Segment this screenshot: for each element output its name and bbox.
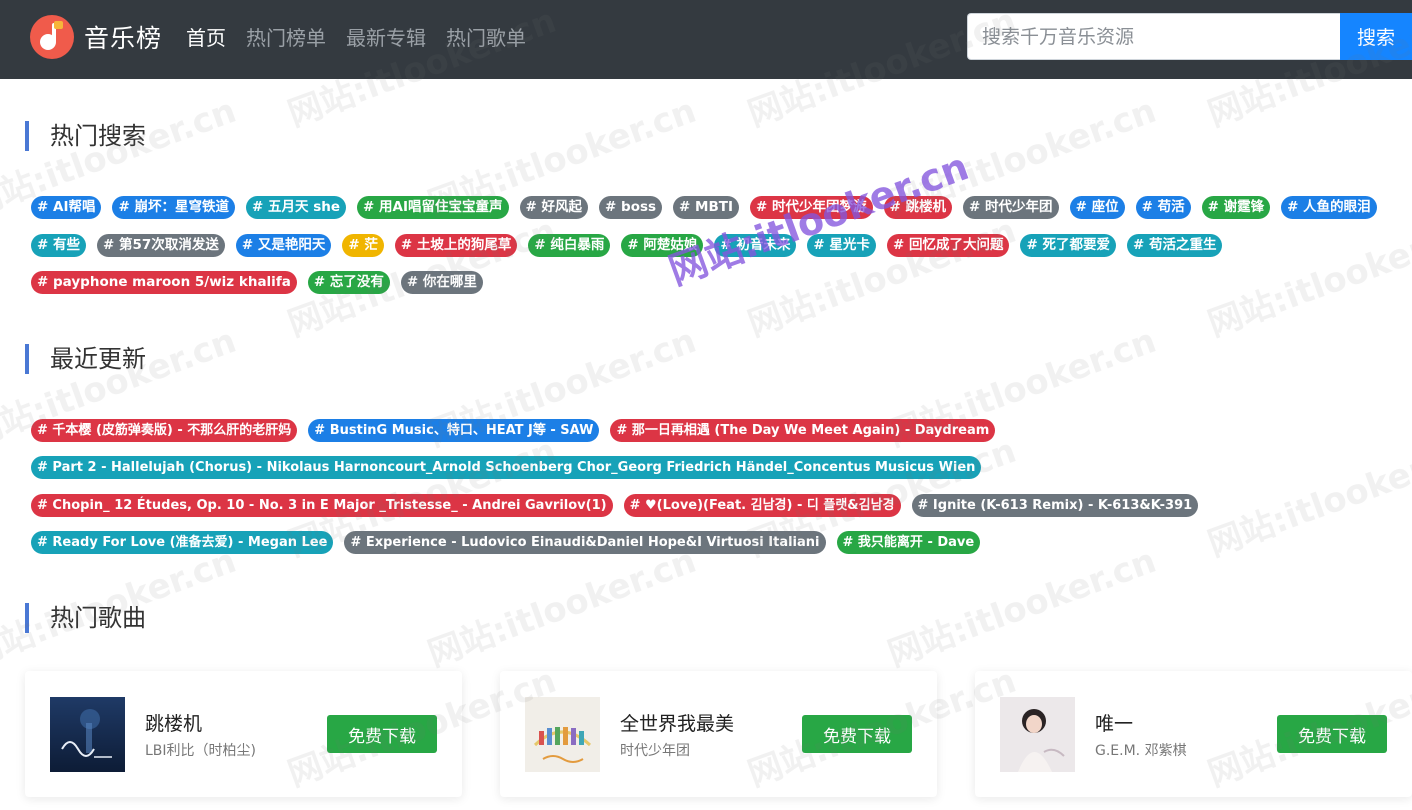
recent-updates-title: 最近更新 bbox=[25, 344, 146, 374]
watermark-text: 网站:itlooker.cn bbox=[882, 540, 1162, 675]
tag-item[interactable]: # 人鱼的眼泪 bbox=[1281, 196, 1377, 219]
tag-item[interactable]: # 茫 bbox=[342, 234, 384, 257]
tag-item[interactable]: # 初音未来 bbox=[714, 234, 797, 257]
tag-item[interactable]: # 第57次取消发送 bbox=[97, 234, 225, 257]
song-card: 全世界我最美 时代少年团 免费下载 bbox=[500, 671, 937, 797]
search-input[interactable] bbox=[967, 13, 1340, 60]
nav-home[interactable]: 首页 bbox=[186, 20, 226, 56]
tag-item[interactable]: # 死了都要爱 bbox=[1020, 234, 1116, 257]
song-card: 唯一 G.E.M. 邓紫棋 免费下载 bbox=[975, 671, 1412, 797]
album-cover-image[interactable] bbox=[1000, 697, 1075, 772]
tag-item[interactable]: # 跳楼机 bbox=[883, 196, 953, 219]
album-cover-image[interactable] bbox=[525, 697, 600, 772]
tag-item[interactable]: # 我只能离开 - Dave bbox=[836, 531, 981, 554]
tag-item[interactable]: # ♥(Love)(Feat. 김남경) - 디 플랫&김남경 bbox=[623, 494, 901, 517]
search-button[interactable]: 搜索 bbox=[1340, 13, 1412, 60]
tag-item[interactable]: # Chopin_ 12 Études, Op. 10 - No. 3 in E… bbox=[31, 494, 613, 517]
tag-item[interactable]: # Experience - Ludovico Einaudi&Daniel H… bbox=[344, 531, 826, 554]
song-title[interactable]: 跳楼机 bbox=[145, 709, 202, 736]
album-cover-image[interactable] bbox=[50, 697, 125, 772]
tag-item[interactable]: # MBTI bbox=[673, 196, 740, 219]
main-nav: 首页 热门榜单 最新专辑 热门歌单 bbox=[186, 20, 546, 56]
watermark-text: 网站:itlooker.cn bbox=[422, 540, 702, 675]
free-download-button[interactable]: 免费下载 bbox=[1277, 715, 1387, 753]
song-artist: LBI利比（时柏尘) bbox=[145, 743, 256, 759]
hot-songs-title: 热门歌曲 bbox=[25, 603, 146, 633]
tag-item[interactable]: # 你在哪里 bbox=[400, 271, 483, 294]
tag-item[interactable]: # 时代少年团 bbox=[963, 196, 1059, 219]
song-title[interactable]: 唯一 bbox=[1095, 709, 1133, 736]
recent-updates-row: # Chopin_ 12 Études, Op. 10 - No. 3 in E… bbox=[31, 494, 1209, 517]
hot-search-title: 热门搜索 bbox=[25, 121, 146, 151]
free-download-button[interactable]: 免费下载 bbox=[802, 715, 912, 753]
tag-item[interactable]: # 纯白暴雨 bbox=[528, 234, 611, 257]
tag-item[interactable]: # boss bbox=[599, 196, 663, 219]
tag-item[interactable]: # 用AI唱留住宝宝童声 bbox=[357, 196, 509, 219]
tag-item[interactable]: # AI帮唱 bbox=[31, 196, 102, 219]
tag-item[interactable]: # 土坡上的狗尾草 bbox=[394, 234, 518, 257]
song-title[interactable]: 全世界我最美 bbox=[620, 709, 734, 736]
hot-search-row: # 有些 # 第57次取消发送 # 又是艳阳天 # 茫 # 土坡上的狗尾草 # 纯白暴雨 #… bbox=[31, 234, 1233, 257]
tag-item[interactable]: # Ready For Love (准备去爱) - Megan Lee bbox=[31, 531, 334, 554]
tag-item[interactable]: # 苟活 bbox=[1135, 196, 1191, 219]
nav-new-albums[interactable]: 最新专辑 bbox=[346, 20, 426, 56]
nav-hot-charts[interactable]: 热门榜单 bbox=[246, 20, 326, 56]
tag-item[interactable]: # 千本樱 (皮筋弹奏版) - 不那么肝的老肝妈 bbox=[31, 419, 298, 442]
top-navbar: 音乐榜 首页 热门榜单 最新专辑 热门歌单 搜索 bbox=[0, 0, 1412, 79]
tag-item[interactable]: # 好风起 bbox=[519, 196, 589, 219]
tag-item[interactable]: # 阿楚姑娘 bbox=[621, 234, 704, 257]
tag-item[interactable]: # 星光卡 bbox=[807, 234, 876, 257]
tag-item[interactable]: # Ignite (K-613 Remix) - K-613&K-391 bbox=[911, 494, 1199, 517]
tag-item[interactable]: # 有些 bbox=[31, 234, 87, 257]
tag-item[interactable]: # 回忆成了大问题 bbox=[886, 234, 1010, 257]
brand[interactable]: 音乐榜 bbox=[30, 15, 162, 59]
song-artist: 时代少年团 bbox=[620, 743, 690, 759]
nav-hot-playlists[interactable]: 热门歌单 bbox=[446, 20, 526, 56]
tag-item[interactable]: # 谢霆锋 bbox=[1201, 196, 1271, 219]
music-note-logo-icon bbox=[30, 15, 74, 59]
tag-item[interactable]: # 那一日再相遇 (The Day We Meet Again) - Daydr… bbox=[610, 419, 996, 442]
tag-item[interactable]: # 崩坏：星穹铁道 bbox=[112, 196, 235, 219]
recent-updates-row: # 千本樱 (皮筋弹奏版) - 不那么肝的老肝妈 # BustinG Music、… bbox=[31, 419, 1006, 442]
tag-item[interactable]: # 忘了没有 bbox=[307, 271, 390, 294]
watermark-text: 网站:itlooker.cn bbox=[1202, 210, 1412, 345]
song-card: 跳楼机 LBI利比（时柏尘) 免费下载 bbox=[25, 671, 462, 797]
free-download-button[interactable]: 免费下载 bbox=[327, 715, 437, 753]
tag-item[interactable]: # 时代少年团梦游 bbox=[750, 196, 873, 219]
song-artist: G.E.M. 邓紫棋 bbox=[1095, 743, 1187, 759]
tag-item[interactable]: # 苟活之重生 bbox=[1126, 234, 1223, 257]
tag-item[interactable]: # 五月天 she bbox=[246, 196, 347, 219]
watermark-text: 网站:itlooker.cn bbox=[742, 210, 1022, 345]
recent-updates-row: # Ready For Love (准备去爱) - Megan Lee # Exp… bbox=[31, 531, 991, 554]
recent-updates-row: # Part 2 - Hallelujah (Chorus) - Nikolau… bbox=[31, 456, 992, 479]
hot-search-row: # AI帮唱 # 崩坏：星穹铁道 # 五月天 she # 用AI唱留住宝宝童声 # 好风… bbox=[31, 196, 1388, 219]
tag-item[interactable]: # 又是艳阳天 bbox=[235, 234, 332, 257]
tag-item[interactable]: # 座位 bbox=[1069, 196, 1125, 219]
watermark-text: 网站:itlooker.cn bbox=[1202, 430, 1412, 565]
tag-item[interactable]: # Part 2 - Hallelujah (Chorus) - Nikolau… bbox=[31, 456, 982, 479]
hot-search-row: # payphone maroon 5/wiz khalifa # 忘了没有 # 你… bbox=[31, 271, 494, 294]
tag-item[interactable]: # payphone maroon 5/wiz khalifa bbox=[31, 271, 297, 294]
brand-name: 音乐榜 bbox=[84, 24, 163, 53]
tag-item[interactable]: # BustinG Music、特口、HEAT J等 - SAW bbox=[308, 419, 600, 442]
